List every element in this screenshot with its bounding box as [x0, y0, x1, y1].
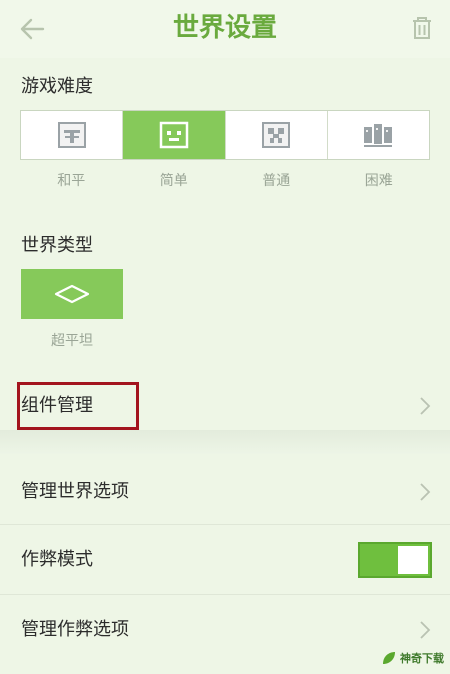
difficulty-normal-label: 普通: [262, 173, 291, 189]
difficulty-label: 游戏难度: [21, 76, 93, 97]
section-divider: [0, 430, 450, 454]
cheat-mode-label: 作弊模式: [21, 549, 93, 570]
row-separator: [0, 594, 450, 595]
leaf-logo-icon: [383, 652, 395, 664]
difficulty-peaceful-button[interactable]: [21, 111, 124, 159]
page-title: 世界设置: [172, 13, 277, 43]
watermark: 神奇下载: [374, 646, 444, 670]
header-bar: 世界设置: [0, 0, 450, 58]
easy-icon: [159, 121, 189, 149]
difficulty-easy-label: 简单: [159, 173, 188, 189]
difficulty-labels: 和平 简单 普通 困难: [20, 170, 430, 190]
creeper-icon: [262, 122, 291, 148]
difficulty-hard-label: 困难: [364, 173, 393, 189]
world-options-row[interactable]: 管理世界选项: [0, 462, 450, 522]
row-separator: [0, 524, 450, 525]
peaceful-icon: [57, 122, 86, 148]
toggle-knob: [398, 546, 428, 574]
difficulty-peaceful-label: 和平: [57, 173, 86, 189]
world-type-label: 世界类型: [21, 235, 93, 256]
difficulty-hard-button[interactable]: [328, 111, 429, 159]
world-type-flat-button[interactable]: [21, 269, 123, 319]
watermark-text: 神奇下载: [400, 652, 444, 665]
highlight-annotation: [17, 382, 139, 430]
trash-icon: [413, 17, 431, 39]
difficulty-normal-button[interactable]: [226, 111, 328, 159]
cheat-options-label: 管理作弊选项: [21, 619, 129, 640]
hard-icon: [364, 124, 393, 147]
world-type-value: 超平坦: [51, 333, 93, 349]
difficulty-selector: [20, 110, 430, 160]
cheat-mode-toggle[interactable]: [358, 542, 432, 578]
chevron-right-icon: [420, 397, 431, 415]
chevron-right-icon: [420, 483, 431, 501]
world-options-label: 管理世界选项: [21, 481, 129, 502]
difficulty-easy-button[interactable]: [123, 111, 226, 159]
chevron-right-icon: [420, 621, 431, 639]
flat-world-icon: [54, 284, 90, 304]
delete-world-button[interactable]: [406, 12, 438, 44]
